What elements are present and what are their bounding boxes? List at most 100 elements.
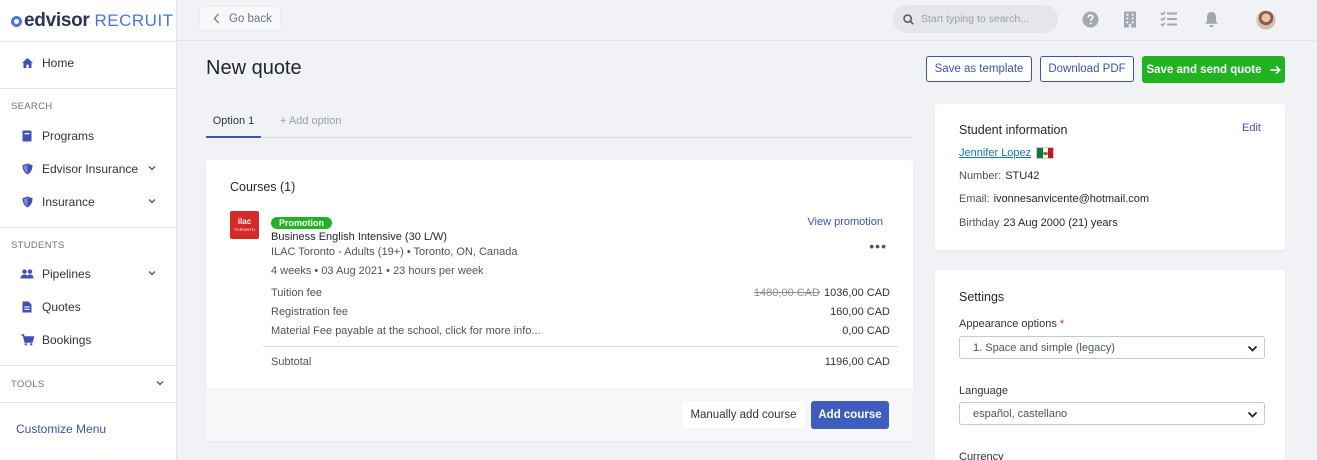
appearance-options-select[interactable]: 1. Space and simple (legacy) (959, 336, 1265, 359)
add-option-tab[interactable]: + Add option (280, 106, 341, 136)
edit-student-link[interactable]: Edit (1242, 122, 1261, 134)
sidebar-item-label: Bookings (42, 332, 92, 347)
manually-add-course-button[interactable]: Manually add course (682, 401, 805, 428)
currency-label: Currency (959, 451, 1004, 460)
logo-mark-icon (11, 16, 22, 27)
sidebar-item-label: Insurance (42, 194, 95, 209)
fee-row: Registration fee 160,00 CAD (271, 306, 890, 318)
fee-value: 160,00 CAD (830, 306, 890, 318)
sidebar-item-programs[interactable]: Programs (0, 119, 176, 152)
settings-title: Settings (959, 290, 1005, 304)
student-information-card: Student information Edit Jennifer Lopez … (935, 104, 1285, 250)
shield-icon (20, 162, 34, 176)
fee-amount: 1480,00 CAD 1036,00 CAD (754, 287, 890, 299)
section-label-text: TOOLS (11, 379, 45, 390)
logo-product: RECRUIT (94, 10, 174, 30)
language-select[interactable]: español, castellano (959, 402, 1265, 425)
customize-menu-link[interactable]: Customize Menu (0, 422, 176, 436)
go-back-label: Go back (229, 12, 272, 25)
add-course-button[interactable]: Add course (811, 401, 889, 429)
user-avatar[interactable] (1256, 10, 1276, 30)
chevron-down-icon[interactable] (147, 196, 157, 206)
sidebar-item-insurance[interactable]: Insurance (0, 185, 176, 218)
sidebar-item-bookings[interactable]: Bookings (0, 323, 176, 356)
student-email-label: Email: (959, 193, 990, 205)
tab-option-1[interactable]: Option 1 (206, 106, 261, 138)
promotion-badge: Promotion (271, 217, 332, 229)
courses-title: Courses (1) (230, 180, 296, 194)
student-number-row: Number: STU42 (959, 170, 1039, 182)
fee-row[interactable]: Material Fee payable at the school, clic… (271, 325, 890, 337)
file-icon (20, 300, 34, 314)
chevron-down-icon (1247, 411, 1258, 418)
sidebar-item-label: Home (42, 55, 75, 70)
logo-brand: edvisor (24, 9, 90, 31)
fee-original-price: 1480,00 CAD (753, 287, 820, 299)
sidebar-item-label: Programs (42, 128, 95, 143)
download-pdf-button[interactable]: Download PDF (1040, 56, 1134, 82)
courses-footer: Manually add course Add course (206, 388, 913, 441)
sidebar-item-home[interactable]: Home (0, 46, 176, 79)
appearance-options-label: Appearance options * (959, 318, 1064, 330)
chevron-down-icon (1247, 345, 1258, 352)
chevron-down-icon[interactable] (147, 163, 157, 173)
sidebar-item-label: Pipelines (42, 266, 91, 281)
student-name-link[interactable]: Jennifer Lopez (959, 147, 1055, 159)
go-back-button[interactable]: Go back (199, 6, 281, 31)
student-birthday: 23 Aug 2000 (21) years (1003, 217, 1118, 229)
checklist-icon[interactable] (1160, 10, 1178, 28)
mexico-flag-icon (1036, 147, 1055, 159)
student-birthday-label: Birthday (959, 217, 1000, 229)
search-input[interactable]: Start typing to search... (893, 5, 1058, 33)
save-and-send-quote-button[interactable]: Save and send quote (1142, 56, 1285, 83)
school-logo-subtext: TORONTO (233, 227, 256, 232)
school-logo-text: ilac (237, 217, 252, 226)
student-name[interactable]: Jennifer Lopez (959, 147, 1031, 159)
help-icon[interactable] (1081, 10, 1099, 28)
appearance-label-text: Appearance options (959, 318, 1057, 330)
student-birthday-row: Birthday 23 Aug 2000 (21) years (959, 217, 1118, 229)
sidebar-item-edvisor-insurance[interactable]: Edvisor Insurance (0, 152, 176, 185)
sidebar-item-pipelines[interactable]: Pipelines (0, 257, 176, 290)
app-logo[interactable]: edvisor RECRUIT (0, 0, 176, 41)
save-as-template-button[interactable]: Save as template (926, 56, 1032, 82)
chevron-down-icon[interactable] (147, 268, 157, 278)
subtotal-divider (263, 346, 898, 347)
book-icon (20, 129, 34, 143)
section-label-students: STUDENTS (11, 240, 65, 251)
sidebar-item-label: Quotes (42, 299, 81, 314)
view-promotion-link[interactable]: View promotion (807, 216, 883, 228)
language-selected-value: español, castellano (973, 407, 1068, 420)
fee-value: 1036,00 CAD (823, 287, 890, 299)
subtotal-value: 1196,00 CAD (824, 356, 890, 368)
sidebar-item-quotes[interactable]: Quotes (0, 290, 176, 323)
fee-value: 0,00 CAD (842, 325, 890, 337)
fee-row: Tuition fee 1480,00 CAD 1036,00 CAD (271, 287, 890, 299)
settings-card: Settings Appearance options * 1. Space an… (935, 270, 1285, 460)
section-label-tools[interactable]: TOOLS (0, 379, 176, 390)
chevron-down-icon[interactable] (155, 378, 165, 388)
top-bar: Go back Start typing to search... (177, 0, 1317, 41)
fee-label[interactable]: Material Fee payable at the school, clic… (271, 325, 541, 337)
subtotal-row: Subtotal 1196,00 CAD (271, 356, 890, 368)
save-and-send-label: Save and send quote (1146, 63, 1262, 76)
school-logo: ilac TORONTO (230, 211, 259, 239)
sidebar-item-label: Edvisor Insurance (42, 161, 139, 176)
search-placeholder: Start typing to search... (921, 13, 1029, 25)
building-icon[interactable] (1121, 10, 1139, 28)
student-info-title: Student information (959, 123, 1068, 137)
course-school-location: ILAC Toronto - Adults (19+) • Toronto, O… (271, 246, 518, 258)
section-label-search: SEARCH (11, 101, 53, 112)
bell-icon[interactable] (1202, 10, 1220, 28)
appearance-selected-value: 1. Space and simple (legacy) (973, 341, 1115, 354)
chevron-left-icon (213, 13, 219, 24)
users-icon (20, 267, 34, 281)
search-icon (903, 13, 914, 25)
language-label: Language (959, 385, 1008, 397)
student-number-label: Number: (959, 170, 1002, 182)
fee-label: Registration fee (271, 306, 349, 318)
cart-icon (20, 333, 34, 347)
sidebar: edvisor RECRUIT Home SEARCH Programs Edv… (0, 0, 177, 460)
more-options-icon[interactable]: ••• (869, 238, 887, 254)
subtotal-label: Subtotal (271, 356, 312, 368)
